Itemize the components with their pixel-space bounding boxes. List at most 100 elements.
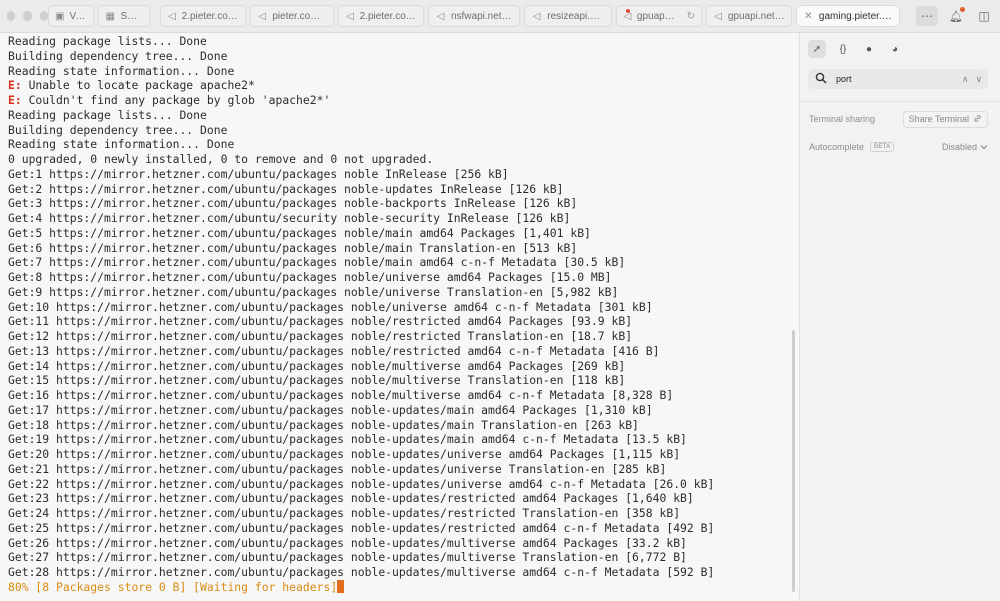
terminal-line: Get:12 https://mirror.hetzner.com/ubuntu… xyxy=(8,329,796,344)
terminal-line-text: 0 upgraded, 0 newly installed, 0 to remo… xyxy=(8,152,434,166)
search-previous-button[interactable]: ∧ xyxy=(962,74,969,85)
terminal-line: Get:17 https://mirror.hetzner.com/ubuntu… xyxy=(8,403,796,418)
tab-label: nsfwapi.net - ... xyxy=(450,10,513,22)
terminal-icon: ◁ xyxy=(436,10,445,22)
more-icon: ⋯ xyxy=(921,9,933,23)
autocomplete-label-group: Autocomplete BETA xyxy=(809,142,895,152)
tab-snippets[interactable]: ➚ xyxy=(808,40,826,58)
terminal-line: Get:5 https://mirror.hetzner.com/ubuntu/… xyxy=(8,226,796,241)
terminal-line: Reading package lists... Done xyxy=(8,108,796,123)
share-terminal-label: Share Terminal xyxy=(908,114,969,124)
tab-info[interactable]: ● xyxy=(860,40,878,58)
terminal-line-text: Get:4 https://mirror.hetzner.com/ubuntu/… xyxy=(8,211,571,225)
share-terminal-button[interactable]: Share Terminal xyxy=(902,110,988,128)
tab-gpuapi-net-l[interactable]: ◁ gpuapi.net - L... xyxy=(706,5,792,27)
tab-label: Vaults xyxy=(69,10,87,22)
palette-icon: ◕ xyxy=(891,43,899,55)
tab-gaming-pieter-com[interactable]: ✕ gaming.pieter.com xyxy=(796,5,900,27)
terminal-line-text: Get:24 https://mirror.hetzner.com/ubuntu… xyxy=(8,506,681,520)
terminal-icon: ◁ xyxy=(167,10,176,22)
tab-gpuapi-ne[interactable]: ◁gpuapi.ne...↻ xyxy=(616,5,702,27)
terminal-line-text: Get:2 https://mirror.hetzner.com/ubuntu/… xyxy=(8,181,564,196)
terminal-icon: ◁ xyxy=(714,10,722,22)
zoom-window-button[interactable] xyxy=(39,11,48,21)
terminal-line-text: Couldn't find any package by glob 'apach… xyxy=(21,93,331,107)
terminal-line: Get:16 https://mirror.hetzner.com/ubuntu… xyxy=(8,388,796,403)
tab-label: pieter.com - ... xyxy=(272,10,327,22)
terminal-line: Get:14 https://mirror.hetzner.com/ubuntu… xyxy=(8,359,796,374)
terminal-line-text: Building dependency tree... Done xyxy=(8,122,228,137)
sidebar-layout-icon: ◫ xyxy=(978,9,990,23)
chevron-down-icon xyxy=(980,142,988,152)
search-next-button[interactable]: ∨ xyxy=(976,74,983,85)
terminal-line-text: Get:10 https://mirror.hetzner.com/ubuntu… xyxy=(8,299,653,314)
terminal-line: Get:27 https://mirror.hetzner.com/ubuntu… xyxy=(8,550,796,565)
terminal-line-text: Get:13 https://mirror.hetzner.com/ubuntu… xyxy=(8,343,660,358)
terminal-line: Get:6 https://mirror.hetzner.com/ubuntu/… xyxy=(8,241,796,256)
terminal-line-text: Get:19 https://mirror.hetzner.com/ubuntu… xyxy=(8,432,687,447)
tab-code[interactable]: {} xyxy=(834,40,852,58)
terminal-line-text: Get:22 https://mirror.hetzner.com/ubuntu… xyxy=(8,476,715,491)
minimize-window-button[interactable] xyxy=(23,11,32,21)
terminal-icon: ◁ xyxy=(258,10,267,22)
side-panel: ➚ {} ● ◕ ∧ ∨ Terminal sharing Share Termina… xyxy=(799,33,1000,601)
close-icon[interactable]: ✕ xyxy=(803,11,814,22)
terminal-line-text: Get:17 https://mirror.hetzner.com/ubuntu… xyxy=(8,402,653,417)
terminal-line: Building dependency tree... Done xyxy=(8,123,796,138)
terminal-line: Get:13 https://mirror.hetzner.com/ubuntu… xyxy=(8,344,796,359)
tab-vaults[interactable]: ▣ Vaults xyxy=(48,5,94,27)
link-icon xyxy=(973,114,982,125)
terminal-line: Reading state information... Done xyxy=(8,64,796,79)
window-controls xyxy=(0,11,48,21)
info-icon: ● xyxy=(865,43,873,55)
terminal-line: Get:21 https://mirror.hetzner.com/ubuntu… xyxy=(8,462,796,477)
terminal-line-text: Get:21 https://mirror.hetzner.com/ubuntu… xyxy=(8,461,667,476)
tab-label: gaming.pieter.com xyxy=(818,10,893,22)
tab-sftp[interactable]: ▦ SFTP xyxy=(98,5,150,27)
terminal-line: Get:18 https://mirror.hetzner.com/ubuntu… xyxy=(8,418,796,433)
autocomplete-label: Autocomplete xyxy=(809,142,865,152)
title-bar: ▣ Vaults ▦ SFTP ◁ 2.pieter.com - ... ◁ pieter.c… xyxy=(0,0,1000,33)
notification-dot xyxy=(960,7,965,12)
tab-resizeapi-com[interactable]: ◁ resizeapi.com xyxy=(524,5,612,27)
terminal-output[interactable]: Reading package lists... Done Building de… xyxy=(0,33,796,601)
terminal-line-text: Get:3 https://mirror.hetzner.com/ubuntu/… xyxy=(8,196,578,211)
terminal-line: Get:4 https://mirror.hetzner.com/ubuntu/… xyxy=(8,211,796,226)
divider xyxy=(800,101,1000,102)
terminal-sharing-label: Terminal sharing xyxy=(809,114,876,124)
error-prefix: E: xyxy=(8,93,22,107)
terminal-line: Get:7 https://mirror.hetzner.com/ubuntu/… xyxy=(8,255,796,270)
tab-theme[interactable]: ◕ xyxy=(886,40,904,58)
terminal-line: E: Couldn't find any package by glob 'ap… xyxy=(8,93,796,108)
activity-dot xyxy=(626,9,630,13)
terminal-line: Reading package lists... Done xyxy=(8,34,796,49)
terminal-icon: ◁ xyxy=(532,10,541,22)
toggle-sidebar-button[interactable]: ◫ xyxy=(974,6,994,26)
terminal-line: Get:23 https://mirror.hetzner.com/ubuntu… xyxy=(8,491,796,506)
terminal-scrollbar[interactable] xyxy=(792,330,795,592)
error-prefix: E: xyxy=(8,78,22,93)
terminal-line-text: Get:16 https://mirror.hetzner.com/ubuntu… xyxy=(8,388,674,402)
autocomplete-dropdown[interactable]: Disabled xyxy=(942,142,988,152)
tab-2-pieter-com[interactable]: ◁ 2.pieter.com - ... xyxy=(338,5,424,27)
terminal-sharing-row: Terminal sharing Share Terminal xyxy=(800,110,1000,128)
search-input[interactable] xyxy=(836,74,953,84)
terminal-line-text: Get:11 https://mirror.hetzner.com/ubuntu… xyxy=(8,314,633,329)
tab-label: 2.pieter.com - ... xyxy=(359,10,417,22)
more-tabs-button[interactable]: ⋯ xyxy=(916,6,938,26)
tab-2-pieter-com[interactable]: ◁ 2.pieter.com - ... xyxy=(160,5,246,27)
tab-nsfwapi-net[interactable]: ◁ nsfwapi.net - ... xyxy=(428,5,520,27)
terminal-line: E: Unable to locate package apache2* xyxy=(8,78,796,93)
beta-badge: BETA xyxy=(870,142,895,152)
titlebar-actions: ⋯ 🔔︎ ◫ xyxy=(916,6,994,26)
tab-label: resizeapi.com xyxy=(547,10,605,22)
close-window-button[interactable] xyxy=(7,11,16,21)
terminal-line-text: Get:18 https://mirror.hetzner.com/ubuntu… xyxy=(8,417,639,432)
notifications-button[interactable]: 🔔︎ xyxy=(946,6,966,26)
autocomplete-row: Autocomplete BETA Disabled xyxy=(800,138,1000,156)
terminal-line-text: Get:6 https://mirror.hetzner.com/ubuntu/… xyxy=(8,240,578,255)
terminal-line: Get:25 https://mirror.hetzner.com/ubuntu… xyxy=(8,521,796,536)
terminal-line-text: Get:23 https://mirror.hetzner.com/ubuntu… xyxy=(8,491,694,506)
tab-pieter-com[interactable]: ◁ pieter.com - ... xyxy=(250,5,334,27)
search-bar: ∧ ∨ xyxy=(808,69,988,89)
